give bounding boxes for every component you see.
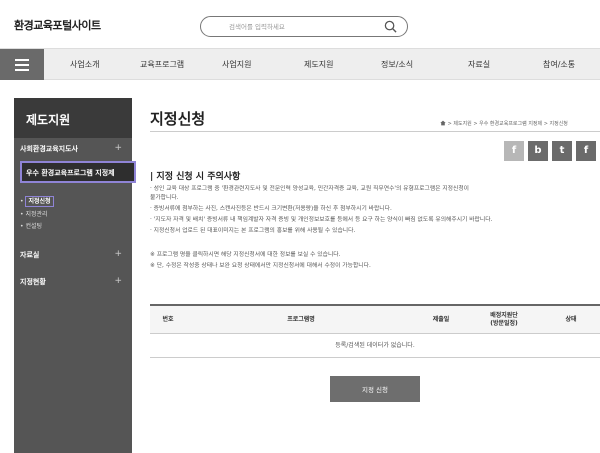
col-header-assigned: 배정지원단 (방문일정): [490, 312, 518, 327]
plus-icon[interactable]: +: [114, 249, 122, 259]
notice-line: · 증빙서류에 첨부하는 사진, 스캔사진등은 반드시 크기변환(저용량)을 하…: [150, 206, 392, 212]
notice-line: 불가합니다.: [150, 195, 179, 201]
sidebar: 제도지원 사회환경교육지도사 + • 지정신청 • 지정관리 • 컨설팅 자료실…: [14, 98, 132, 453]
sidebar-title: 제도지원: [14, 98, 132, 138]
main-nav: 사업소개 교육프로그램 사업지원 제도지원 정보/소식 자료실 참여/소통: [0, 48, 600, 80]
share-facebook-story-button[interactable]: f: [504, 141, 524, 161]
notice-line: · 성인 교육 대상 프로그램 중 '환경관련지도사 및 전문인력 양성교육, …: [150, 186, 470, 192]
site-header: 환경교육포털사이트: [0, 0, 600, 48]
apply-button[interactable]: 지정 신청: [330, 376, 420, 402]
share-blog-button[interactable]: b: [528, 141, 548, 161]
sidebar-sub-label: 컨설팅: [25, 223, 43, 230]
notice-line: · '지도자 자격 및 배치' 증빙서류 내 책임계발자 자격 증빙 및 개인정…: [150, 217, 493, 223]
nav-item-news[interactable]: 정보/소식: [381, 59, 413, 70]
nav-item-about[interactable]: 사업소개: [70, 59, 99, 70]
sidebar-item-archive[interactable]: 자료실 +: [14, 244, 132, 266]
notice-line: · 지정신청서 업로드 된 대표이미지는 본 프로그램의 홍보를 위해 사용될 …: [150, 228, 356, 234]
site-logo[interactable]: 환경교육포털사이트: [14, 17, 101, 33]
plus-icon[interactable]: +: [114, 143, 122, 153]
table-header-row: 번호 프로그램명 제출일 배정지원단 (방문일정) 상태: [150, 306, 600, 334]
sidebar-sub-label: 지정신청: [25, 196, 54, 207]
share-twitter-button[interactable]: t: [552, 141, 572, 161]
sidebar-sub-apply[interactable]: • 지정신청: [20, 196, 54, 207]
search-input[interactable]: [229, 20, 379, 33]
search-box[interactable]: [200, 16, 408, 37]
sidebar-item-status[interactable]: 지정현황 +: [14, 271, 132, 293]
nav-item-support[interactable]: 사업지원: [222, 59, 251, 70]
nav-item-programs[interactable]: 교육프로그램: [140, 59, 184, 70]
breadcrumb-path[interactable]: > 제도지원 > 우수 환경교육프로그램 지정제 > 지정신청: [448, 121, 568, 127]
page-title: 지정신청: [150, 110, 206, 128]
sidebar-sub-manage[interactable]: • 지정관리: [20, 209, 48, 218]
table-empty-message: 등록/검색된 데이터가 없습니다.: [150, 334, 600, 358]
nav-item-archive[interactable]: 자료실: [468, 59, 490, 70]
sidebar-item-label: 지정현황: [20, 278, 46, 286]
notice-line: ※ 프로그램 명을 클릭하시면 해당 지정신청서에 대한 정보를 보실 수 있습…: [150, 252, 341, 258]
share-facebook-button[interactable]: f: [576, 141, 596, 161]
title-divider: [150, 131, 600, 132]
sidebar-sub-label: 지정관리: [25, 211, 48, 218]
col-header-program: 프로그램명: [287, 316, 315, 323]
sidebar-item-excellent-program[interactable]: 우수 환경교육프로그램 지정제: [20, 161, 136, 183]
col-header-date: 제출일: [432, 316, 450, 323]
sidebar-item-label: 자료실: [20, 251, 40, 259]
hamburger-menu-button[interactable]: [0, 49, 44, 80]
home-icon[interactable]: [440, 120, 446, 126]
application-table: 번호 프로그램명 제출일 배정지원단 (방문일정) 상태 등록/검색된 데이터가…: [150, 304, 600, 358]
notice-line: ※ 단, 수정은 작성중 상태나 보완 요청 상태에서만 지정신청서에 대해서 …: [150, 263, 371, 269]
sidebar-item-label: 사회환경교육지도사: [20, 145, 78, 153]
section-heading: | 지정 신청 시 주의사항: [150, 172, 241, 182]
sidebar-sub-consulting[interactable]: • 컨설팅: [20, 221, 42, 230]
breadcrumb: > 제도지원 > 우수 환경교육프로그램 지정제 > 지정신청: [440, 120, 568, 127]
sidebar-item-instructor[interactable]: 사회환경교육지도사 +: [14, 138, 132, 160]
plus-icon[interactable]: +: [114, 276, 122, 286]
col-header-status: 상태: [565, 316, 577, 323]
col-header-number: 번호: [162, 316, 174, 323]
nav-item-system[interactable]: 제도지원: [304, 59, 333, 70]
search-icon[interactable]: [384, 20, 397, 33]
nav-item-community[interactable]: 참여/소통: [543, 59, 575, 70]
